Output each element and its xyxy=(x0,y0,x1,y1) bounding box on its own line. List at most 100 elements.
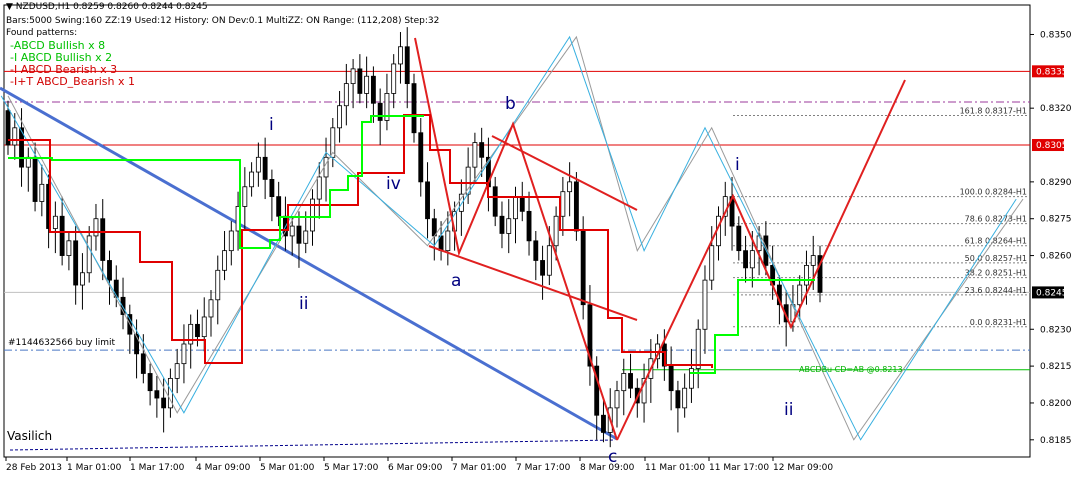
candle-body xyxy=(100,218,106,261)
date-tick-label: 4 Mar 09:00 xyxy=(196,463,251,473)
candle-body xyxy=(262,156,268,180)
fib-level-label: 0.0 0.8231-H1 xyxy=(970,318,1027,327)
candle-body xyxy=(797,284,803,306)
date-tick-label: 1 Mar 01:00 xyxy=(67,463,122,473)
price-tick-label: 0.8320 xyxy=(1040,104,1071,114)
wave-label: i xyxy=(269,115,274,135)
candle-body xyxy=(201,316,207,338)
candle-body xyxy=(242,186,248,207)
candle-body xyxy=(215,269,221,301)
candle-body xyxy=(93,218,99,237)
chart-header: ▼ NZDUSD,H1 0.8259 0.8260 0.8244 0.8245 xyxy=(6,2,208,13)
price-label: 0.8305 xyxy=(1036,141,1068,151)
fib-level-label: 161.8 0.8317-H1 xyxy=(960,107,1027,116)
candle-body xyxy=(80,272,85,286)
candle-body xyxy=(445,230,451,252)
date-tick-label: 11 Mar 17:00 xyxy=(709,463,769,473)
candle-body xyxy=(526,210,532,242)
candle-body xyxy=(810,255,816,266)
candle-body xyxy=(682,387,688,409)
price-tick-label: 0.8185 xyxy=(1040,436,1071,446)
candle-body xyxy=(181,343,187,365)
candle-body xyxy=(323,156,329,178)
candle-body xyxy=(255,156,261,173)
wave-label: iv xyxy=(386,174,401,194)
candle-body xyxy=(668,365,674,392)
candle-body xyxy=(553,215,559,247)
candle-body xyxy=(479,142,485,158)
fib-level-label: 78.6 0.8273-H1 xyxy=(965,215,1027,224)
fib-level-label: 23.6 0.8244-H1 xyxy=(965,286,1027,295)
candle-body xyxy=(695,328,701,369)
candle-body xyxy=(337,105,342,129)
wave-label: i xyxy=(735,155,740,175)
date-tick-label: 5 Mar 17:00 xyxy=(324,463,379,473)
candle-body xyxy=(86,235,92,274)
candle-body xyxy=(472,142,478,168)
date-tick-label: 28 Feb 2013 xyxy=(6,463,62,473)
price-tick-label: 0.8260 xyxy=(1040,252,1071,262)
candle-body xyxy=(39,183,45,202)
candle-body xyxy=(269,179,275,198)
watermark: Vasilich xyxy=(7,429,53,443)
candle-body xyxy=(289,225,295,237)
candle-body xyxy=(499,215,505,234)
price-tick-label: 0.8350 xyxy=(1040,30,1071,40)
abcd-bullish-pattern xyxy=(616,79,906,441)
blue-trendline xyxy=(0,86,618,441)
candle-body xyxy=(59,215,65,256)
date-tick-label: 6 Mar 09:00 xyxy=(388,463,443,473)
candle-body xyxy=(303,230,309,244)
candle-body xyxy=(343,83,349,107)
candle-body xyxy=(188,323,194,345)
wave-label: ii xyxy=(299,294,309,314)
candle-body xyxy=(107,260,112,281)
candle-body xyxy=(749,250,755,269)
lower-dotted-line xyxy=(9,439,616,451)
settings-line: Bars:5000 Swing:160 ZZ:19 Used:12 Histor… xyxy=(6,16,440,26)
price-tick-label: 0.8200 xyxy=(1040,399,1071,409)
candle-body xyxy=(364,75,370,94)
candle-body xyxy=(506,218,512,234)
candle-body xyxy=(52,215,58,229)
candle-body xyxy=(621,373,627,392)
candle-body xyxy=(370,75,376,104)
candle-body xyxy=(208,299,214,318)
candle-body xyxy=(249,171,255,188)
price-tick-label: 0.8215 xyxy=(1040,362,1071,372)
found-patterns-label: Found patterns: xyxy=(6,28,78,38)
price-chart[interactable]: 161.8 0.8317-H1 100.0 0.8284-H1 78.6 0.827… xyxy=(0,0,1071,477)
candle-body xyxy=(174,363,180,379)
candle-body xyxy=(32,156,38,202)
abcd-note: ABCDBu CD=AB @0.8213 xyxy=(799,365,903,374)
fib-level-label: 50.0 0.8257-H1 xyxy=(965,254,1027,263)
candle-body xyxy=(350,68,356,85)
candle-body xyxy=(195,323,200,338)
candle-body xyxy=(296,225,302,244)
candle-body xyxy=(519,196,525,212)
date-tick-label: 7 Mar 01:00 xyxy=(452,463,507,473)
wave-label: a xyxy=(451,271,462,291)
candle-body xyxy=(391,63,397,94)
candle-body xyxy=(601,414,606,433)
green-step-indicator xyxy=(8,115,424,249)
candle-body xyxy=(709,245,715,281)
dropdown-arrow-icon[interactable]: ▼ xyxy=(6,2,13,12)
candle-body xyxy=(533,240,539,261)
candle-body xyxy=(147,373,153,392)
fib-level-label: 100.0 0.8284-H1 xyxy=(960,188,1027,197)
candle-body xyxy=(418,132,424,183)
chart-window[interactable]: 161.8 0.8317-H1 100.0 0.8284-H1 78.6 0.827… xyxy=(0,0,1071,477)
candle-body xyxy=(411,83,417,134)
wave-label: b xyxy=(505,94,516,114)
candle-body xyxy=(513,196,518,220)
candle-body xyxy=(12,127,18,146)
candle-body xyxy=(580,230,586,306)
candle-body xyxy=(398,46,403,65)
candle-body xyxy=(628,373,633,389)
candle-body xyxy=(540,260,545,276)
candle-body xyxy=(546,245,552,276)
pattern-item: -I+T ABCD_Bearish x 1 xyxy=(10,75,136,88)
price-tick-label: 0.8230 xyxy=(1040,325,1071,335)
date-tick-label: 7 Mar 17:00 xyxy=(516,463,571,473)
